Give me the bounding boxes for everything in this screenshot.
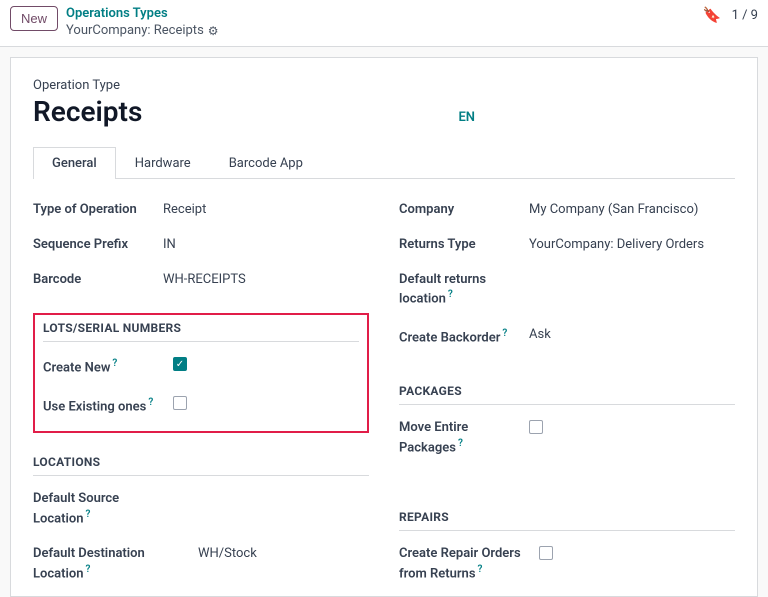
section-repairs: REPAIRS [399, 510, 735, 531]
label-move-entire-packages: Move Entire Packages? [399, 420, 529, 457]
value-barcode[interactable]: WH-RECEIPTS [163, 272, 246, 287]
title-row: Receipts EN [33, 95, 735, 128]
label-sequence-prefix: Sequence Prefix [33, 237, 163, 254]
help-icon[interactable]: ? [112, 358, 117, 369]
gear-icon[interactable]: ⚙ [208, 24, 219, 40]
value-default-destination[interactable]: WH/Stock [198, 546, 257, 561]
lots-highlight-box: LOTS/SERIAL NUMBERS Create New? ✓ Use Ex… [33, 313, 369, 432]
value-company[interactable]: My Company (San Francisco) [529, 202, 698, 217]
help-icon[interactable]: ? [148, 397, 153, 408]
field-default-destination: Default Destination Location? WH/Stock [33, 537, 369, 592]
label-create-repair: Create Repair Orders from Returns? [399, 546, 539, 583]
language-indicator[interactable]: EN [458, 110, 475, 125]
value-returns-type[interactable]: YourCompany: Delivery Orders [529, 237, 704, 252]
tab-hardware[interactable]: Hardware [116, 147, 210, 179]
breadcrumb: Operations Types YourCompany: Receipts ⚙ [66, 6, 219, 40]
label-create-new: Create New? [43, 357, 173, 377]
label-default-source: Default Source Location? [33, 491, 163, 528]
help-icon[interactable]: ? [478, 564, 483, 575]
section-locations: LOCATIONS [33, 455, 369, 476]
breadcrumb-current-text: YourCompany: Receipts [66, 23, 204, 40]
breadcrumb-parent-link[interactable]: Operations Types [66, 6, 219, 23]
label-company: Company [399, 202, 529, 219]
help-icon[interactable]: ? [86, 564, 91, 575]
label-default-returns-text: Default returns location [399, 272, 486, 307]
label-barcode: Barcode [33, 272, 163, 289]
value-type-of-operation[interactable]: Receipt [163, 202, 206, 217]
right-column: Company My Company (San Francisco) Retur… [399, 193, 735, 592]
label-use-existing: Use Existing ones? [43, 396, 173, 416]
field-company: Company My Company (San Francisco) [399, 193, 735, 228]
field-sequence-prefix: Sequence Prefix IN [33, 228, 369, 263]
field-default-returns-loc: Default returns location? [399, 263, 735, 318]
label-create-backorder-text: Create Backorder [399, 330, 500, 345]
label-default-source-text: Default Source Location [33, 491, 119, 526]
value-sequence-prefix[interactable]: IN [163, 237, 176, 252]
breadcrumb-current: YourCompany: Receipts ⚙ [66, 23, 219, 40]
left-column: Type of Operation Receipt Sequence Prefi… [33, 193, 369, 592]
label-create-new-text: Create New [43, 361, 110, 376]
title-label: Operation Type [33, 78, 735, 93]
form-sheet: Operation Type Receipts EN General Hardw… [10, 57, 758, 597]
field-use-existing: Use Existing ones? [43, 387, 359, 425]
help-icon[interactable]: ? [458, 438, 463, 449]
new-button[interactable]: New [10, 6, 58, 31]
topbar-right: 🔖 1 / 9 [703, 6, 758, 24]
label-create-repair-text: Create Repair Orders from Returns [399, 546, 521, 581]
page-title[interactable]: Receipts [33, 95, 142, 128]
bookmark-icon[interactable]: 🔖 [703, 6, 722, 24]
field-returns-type: Returns Type YourCompany: Delivery Order… [399, 228, 735, 263]
value-create-backorder[interactable]: Ask [529, 327, 551, 342]
help-icon[interactable]: ? [502, 328, 507, 339]
label-default-returns-loc: Default returns location? [399, 272, 529, 309]
pager[interactable]: 1 / 9 [732, 8, 758, 23]
tab-general[interactable]: General [33, 147, 116, 179]
checkbox-move-entire-packages[interactable] [529, 420, 543, 434]
form-grid: Type of Operation Receipt Sequence Prefi… [33, 193, 735, 592]
checkbox-create-new[interactable]: ✓ [173, 357, 187, 371]
field-barcode: Barcode WH-RECEIPTS [33, 263, 369, 298]
section-lots-serial: LOTS/SERIAL NUMBERS [43, 321, 359, 342]
topbar-left: New Operations Types YourCompany: Receip… [10, 6, 219, 40]
label-default-destination: Default Destination Location? [33, 546, 198, 583]
field-type-of-operation: Type of Operation Receipt [33, 193, 369, 228]
help-icon[interactable]: ? [86, 509, 91, 520]
label-returns-type: Returns Type [399, 237, 529, 254]
field-create-new: Create New? ✓ [43, 348, 359, 386]
label-type-of-operation: Type of Operation [33, 202, 163, 219]
field-create-repair: Create Repair Orders from Returns? [399, 537, 735, 592]
tabs: General Hardware Barcode App [33, 146, 735, 179]
section-packages: PACKAGES [399, 384, 735, 405]
checkbox-create-repair[interactable] [539, 546, 553, 560]
tab-barcode-app[interactable]: Barcode App [210, 147, 322, 179]
checkbox-use-existing[interactable] [173, 396, 187, 410]
help-icon[interactable]: ? [448, 289, 453, 300]
label-use-existing-text: Use Existing ones [43, 399, 146, 414]
field-move-entire-packages: Move Entire Packages? [399, 411, 735, 466]
topbar: New Operations Types YourCompany: Receip… [0, 0, 768, 47]
field-default-source: Default Source Location? [33, 482, 369, 537]
label-create-backorder: Create Backorder? [399, 327, 529, 347]
field-create-backorder: Create Backorder? Ask [399, 318, 735, 356]
